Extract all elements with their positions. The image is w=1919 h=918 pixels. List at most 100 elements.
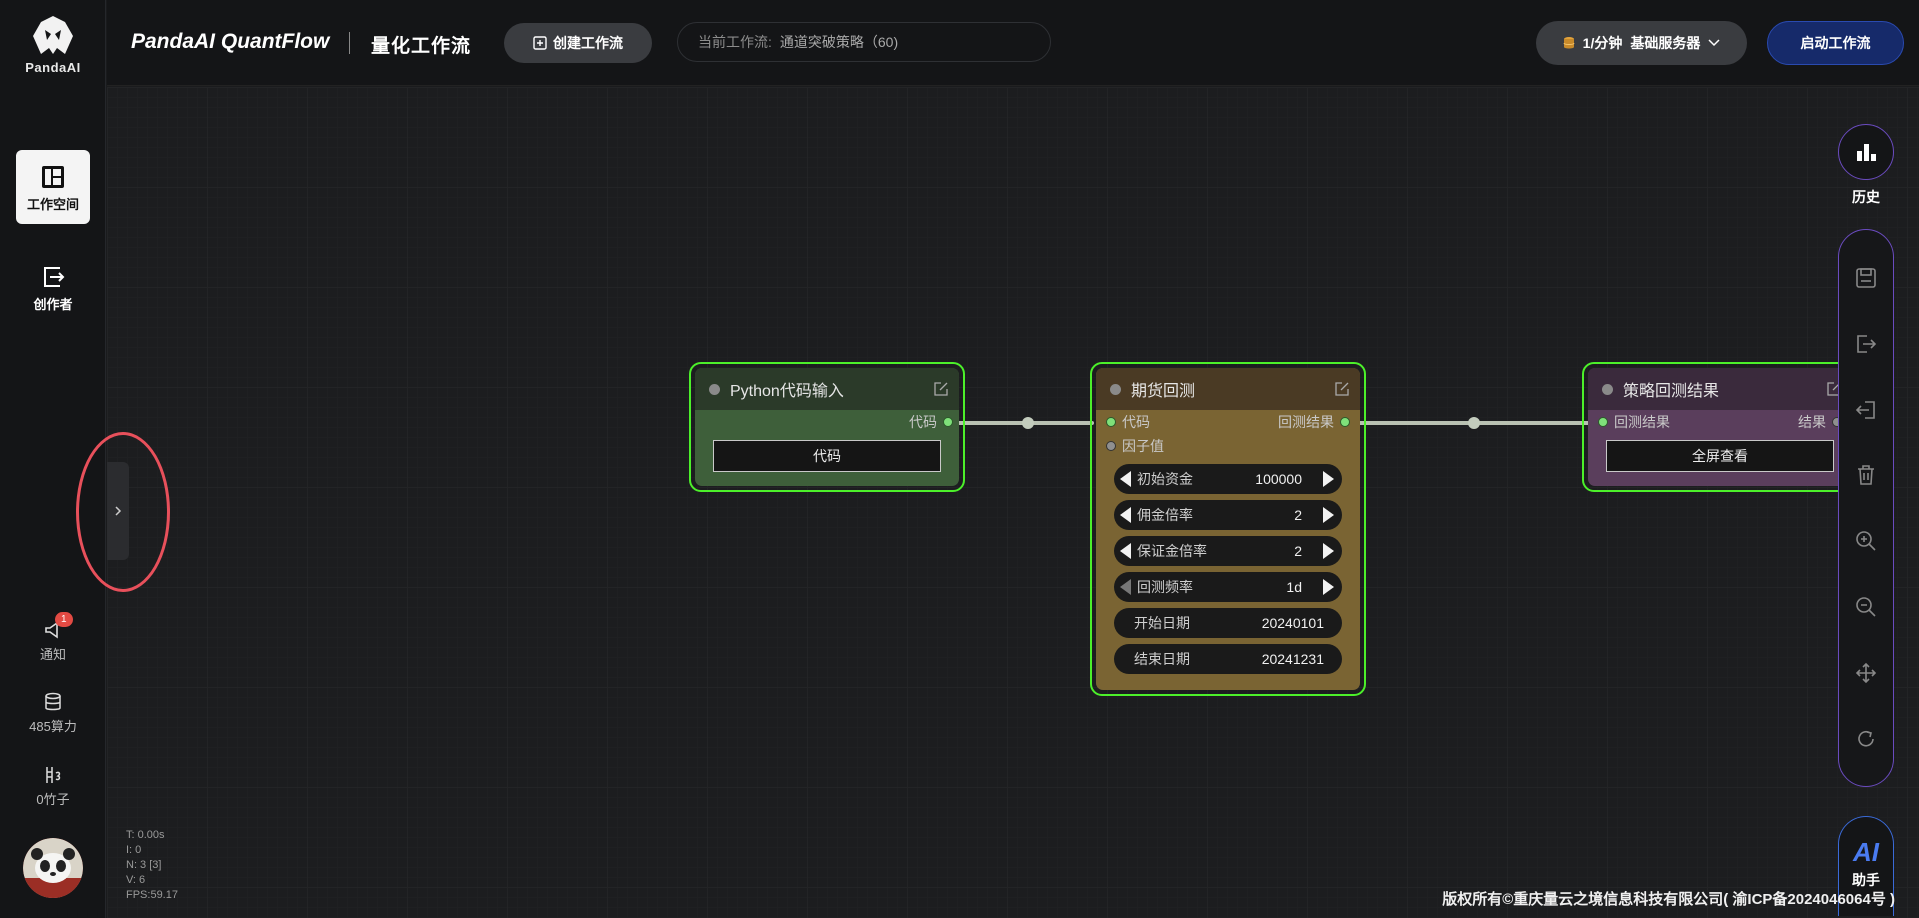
create-workflow-label: 创建工作流	[553, 35, 623, 51]
param-value: 20241231	[1261, 651, 1324, 667]
edit-icon[interactable]	[933, 381, 949, 397]
start-workflow-button[interactable]: 启动工作流	[1767, 21, 1904, 65]
bar-chart-icon	[1857, 144, 1876, 161]
node-header[interactable]: 策略回测结果	[1588, 368, 1838, 410]
workspace-icon	[42, 166, 64, 188]
zoom-out-button[interactable]	[1851, 592, 1881, 622]
save-button[interactable]	[1851, 263, 1881, 293]
app-title: PandaAI QuantFlow	[131, 30, 330, 53]
import-button[interactable]	[1851, 395, 1881, 425]
server-name: 基础服务器	[1630, 35, 1701, 51]
increment-arrow-icon[interactable]	[1323, 507, 1334, 523]
fullscreen-view-button[interactable]: 全屏查看	[1606, 440, 1834, 472]
param-commission-multiplier[interactable]: 佣金倍率 2	[1114, 500, 1342, 530]
param-margin-multiplier[interactable]: 保证金倍率 2	[1114, 536, 1342, 566]
param-start-date[interactable]: 开始日期 20240101	[1114, 608, 1342, 638]
node-futures-backtest[interactable]: 期货回测 代码 回测结果 因子值 初始资金 100000 佣金倍率 2 保证金倍…	[1090, 362, 1366, 696]
history-label: 历史	[1852, 189, 1880, 205]
compute-label: 485算力	[29, 719, 77, 734]
param-value: 2	[1294, 507, 1302, 523]
port-row: 回测结果 结果	[1588, 410, 1838, 434]
input-port-code[interactable]	[1106, 417, 1116, 427]
bamboo-icon	[46, 767, 61, 783]
stat-i: I: 0	[126, 844, 142, 856]
zoom-in-button[interactable]	[1851, 526, 1881, 556]
input-port[interactable]	[1598, 417, 1608, 427]
node-python-input[interactable]: Python代码输入 代码 代码	[689, 362, 965, 492]
output-port-label: 结果	[1798, 414, 1826, 430]
export-button[interactable]	[1851, 329, 1881, 359]
param-end-date[interactable]: 结束日期 20241231	[1114, 644, 1342, 674]
refresh-button[interactable]	[1851, 724, 1881, 754]
decrement-arrow-icon[interactable]	[1120, 579, 1131, 595]
node-clip: 策略回测结果 回测结果 结果 全屏查看	[1580, 350, 1838, 510]
nav-workspace-label: 工作空间	[26, 197, 79, 212]
zoom-out-icon	[1856, 597, 1876, 617]
notify-button[interactable]: 1 通知	[0, 612, 106, 663]
edit-icon[interactable]	[1334, 381, 1350, 397]
move-arrows-icon	[1855, 662, 1877, 684]
nav-creator[interactable]: 创作者	[16, 250, 90, 324]
output-port-label: 回测结果	[1278, 414, 1334, 430]
node-header[interactable]: 期货回测	[1096, 368, 1360, 410]
param-value: 1d	[1286, 579, 1302, 595]
stat-fps: FPS:59.17	[126, 889, 178, 901]
increment-arrow-icon[interactable]	[1323, 579, 1334, 595]
param-backtest-frequency[interactable]: 回测频率 1d	[1114, 572, 1342, 602]
node-strategy-result[interactable]: 策略回测结果 回测结果 结果 全屏查看	[1582, 362, 1838, 492]
ai-assistant-label: 助手	[1852, 872, 1880, 888]
render-stats: T: 0.00s I: 0 N: 3 [3] V: 6 FPS:59.17	[126, 828, 178, 903]
param-value: 100000	[1255, 471, 1302, 487]
notify-label: 通知	[39, 647, 66, 662]
save-icon	[1856, 268, 1876, 288]
link-python-backtest	[948, 421, 1094, 425]
history-button[interactable]	[1838, 124, 1894, 180]
output-port-label: 代码	[909, 414, 937, 430]
current-workflow-prefix: 当前工作流:	[698, 34, 772, 50]
app-subtitle: 量化工作流	[371, 36, 472, 57]
decrement-arrow-icon[interactable]	[1120, 507, 1131, 523]
avatar[interactable]	[23, 838, 83, 898]
param-value: 2	[1294, 543, 1302, 559]
edit-icon[interactable]	[1826, 381, 1838, 397]
export-icon	[1857, 335, 1877, 353]
trash-icon	[1858, 465, 1874, 485]
decrement-arrow-icon[interactable]	[1120, 471, 1131, 487]
input-port-label: 代码	[1122, 414, 1150, 430]
bamboo-stat[interactable]: 0竹子	[0, 765, 106, 808]
link-midpoint[interactable]	[1468, 417, 1480, 429]
delete-button[interactable]	[1851, 460, 1881, 490]
nav-creator-label: 创作者	[33, 297, 73, 312]
param-name: 佣金倍率	[1137, 507, 1193, 523]
coin-stack-icon	[1563, 37, 1575, 49]
code-editor-button[interactable]: 代码	[713, 440, 941, 472]
fit-view-button[interactable]	[1851, 658, 1881, 688]
link-midpoint[interactable]	[1022, 417, 1034, 429]
node-title: Python代码输入	[730, 383, 844, 400]
ai-logo: AI	[1853, 837, 1879, 867]
param-initial-capital[interactable]: 初始资金 100000	[1114, 464, 1342, 494]
output-port[interactable]	[943, 417, 953, 427]
node-header[interactable]: Python代码输入	[695, 368, 959, 410]
param-name: 初始资金	[1137, 471, 1193, 487]
input-port-label: 因子值	[1122, 438, 1164, 454]
create-workflow-button[interactable]: 创建工作流	[504, 23, 652, 63]
copyright-footer: 版权所有©重庆量云之境信息科技有限公司( 渝ICP备2024046064号 )	[1442, 891, 1895, 908]
decrement-arrow-icon[interactable]	[1120, 543, 1131, 559]
notify-badge: 1	[55, 612, 73, 627]
current-workflow-value: 通道突破策略（60)	[779, 34, 899, 50]
plus-square-icon	[533, 36, 547, 50]
nav-workspace[interactable]: 工作空间	[16, 150, 90, 224]
input-port-factor[interactable]	[1106, 441, 1116, 451]
increment-arrow-icon[interactable]	[1323, 471, 1334, 487]
port-row: 代码 回测结果	[1096, 410, 1360, 434]
compute-stat[interactable]: 485算力	[0, 692, 106, 735]
panda-logo-icon	[33, 16, 73, 54]
increment-arrow-icon[interactable]	[1323, 543, 1334, 559]
server-select[interactable]: 1/分钟 基础服务器	[1536, 21, 1747, 65]
param-value: 20240101	[1261, 615, 1324, 631]
output-port[interactable]	[1340, 417, 1350, 427]
database-icon	[45, 692, 61, 711]
current-workflow-display: 当前工作流: 通道突破策略（60)	[677, 22, 1051, 62]
param-name: 开始日期	[1134, 615, 1190, 631]
